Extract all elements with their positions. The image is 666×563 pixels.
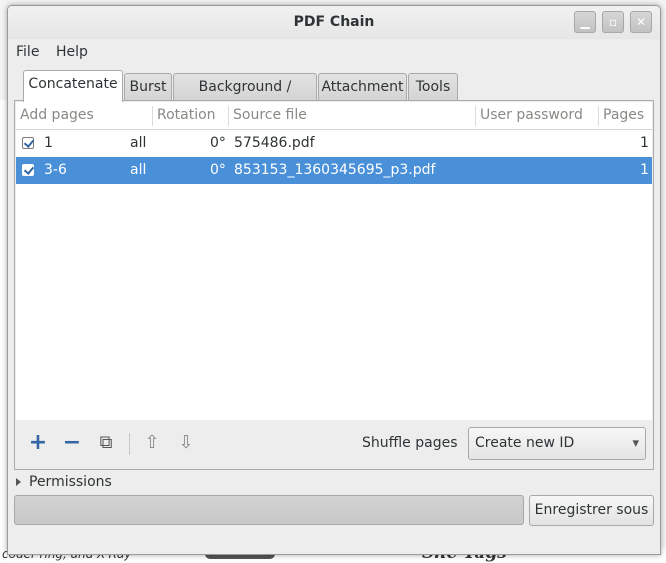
column-rotation[interactable]: Rotation bbox=[153, 102, 228, 129]
menu-help[interactable]: Help bbox=[56, 44, 88, 60]
expander-arrow-icon bbox=[16, 478, 21, 486]
page-count-cell: 1 bbox=[640, 162, 649, 178]
source-file-cell: 575486.pdf bbox=[234, 135, 315, 151]
title-bar[interactable]: PDF Chain ▁ ▫ ✕ bbox=[8, 6, 660, 39]
shuffle-pages-label: Shuffle pages bbox=[362, 435, 458, 451]
document-id-select[interactable]: Create new ID ▾ bbox=[468, 427, 646, 460]
tab-attachment[interactable]: Attachment bbox=[318, 73, 407, 100]
column-source-file[interactable]: Source file bbox=[229, 102, 476, 129]
page-count-cell: 1 bbox=[640, 135, 649, 151]
include-checkbox[interactable] bbox=[22, 137, 34, 149]
table-row[interactable]: 1 all 0° 575486.pdf 1 bbox=[16, 130, 652, 157]
column-user-password[interactable]: User password bbox=[476, 102, 598, 129]
document-id-value: Create new ID bbox=[475, 435, 575, 451]
pdf-chain-window: PDF Chain ▁ ▫ ✕ File Help Concatenate Bu… bbox=[7, 5, 661, 555]
toolbar-separator bbox=[129, 433, 130, 455]
include-checkbox[interactable] bbox=[22, 164, 34, 176]
tab-background-stamp[interactable]: Background / Stamp bbox=[173, 73, 317, 121]
permissions-label: Permissions bbox=[29, 474, 112, 490]
permissions-expander[interactable]: Permissions bbox=[16, 474, 112, 490]
rotation-cell[interactable]: 0° bbox=[210, 157, 226, 184]
column-add-pages[interactable]: Add pages bbox=[16, 102, 152, 129]
arrow-down-icon: ⇩ bbox=[178, 432, 194, 453]
maximize-button[interactable]: ▫ bbox=[602, 11, 624, 33]
chevron-down-icon: ▾ bbox=[632, 436, 639, 451]
add-file-button[interactable]: + bbox=[26, 431, 50, 455]
tab-concatenate[interactable]: Concatenate bbox=[23, 70, 123, 102]
list-header: Add pages Rotation Source file User pass… bbox=[16, 102, 652, 130]
progress-bar bbox=[14, 495, 524, 525]
tab-burst[interactable]: Burst bbox=[124, 73, 172, 100]
minimize-icon: ▁ bbox=[580, 15, 590, 29]
table-row[interactable]: 3-6 all 0° 853153_1360345695_p3.pdf 1 bbox=[16, 157, 652, 184]
minimize-button[interactable]: ▁ bbox=[574, 11, 596, 33]
menu-bar: File Help bbox=[8, 40, 660, 66]
tab-tools[interactable]: Tools bbox=[408, 73, 458, 100]
page-range-cell[interactable]: 1 bbox=[44, 130, 53, 157]
move-down-button[interactable]: ⇩ bbox=[174, 431, 198, 455]
move-up-button[interactable]: ⇧ bbox=[140, 431, 164, 455]
menu-file[interactable]: File bbox=[16, 44, 39, 60]
copy-icon: ⧉ bbox=[99, 432, 113, 453]
source-file-cell: 853153_1360345695_p3.pdf bbox=[234, 162, 436, 178]
page-range-cell[interactable]: 3-6 bbox=[44, 157, 67, 184]
minus-icon: − bbox=[62, 430, 82, 455]
page-selection-cell[interactable]: all bbox=[130, 157, 146, 184]
file-list[interactable]: Add pages Rotation Source file User pass… bbox=[16, 102, 652, 420]
list-toolbar: + − ⧉ ⇧ ⇩ Shuffle pages Create new ID ▾ bbox=[16, 421, 652, 469]
copy-file-button[interactable]: ⧉ bbox=[94, 431, 118, 455]
save-as-button[interactable]: Enregistrer sous bbox=[529, 495, 654, 526]
rotation-cell[interactable]: 0° bbox=[210, 130, 226, 157]
maximize-icon: ▫ bbox=[608, 15, 618, 29]
close-button[interactable]: ✕ bbox=[630, 11, 652, 33]
remove-file-button[interactable]: − bbox=[60, 431, 84, 455]
close-icon: ✕ bbox=[635, 15, 647, 29]
page-selection-cell[interactable]: all bbox=[130, 130, 146, 157]
window-title: PDF Chain bbox=[293, 14, 375, 30]
column-pages[interactable]: Pages bbox=[599, 102, 652, 129]
concatenate-panel: Add pages Rotation Source file User pass… bbox=[14, 100, 654, 470]
plus-icon: + bbox=[28, 430, 48, 455]
arrow-up-icon: ⇧ bbox=[144, 432, 160, 453]
